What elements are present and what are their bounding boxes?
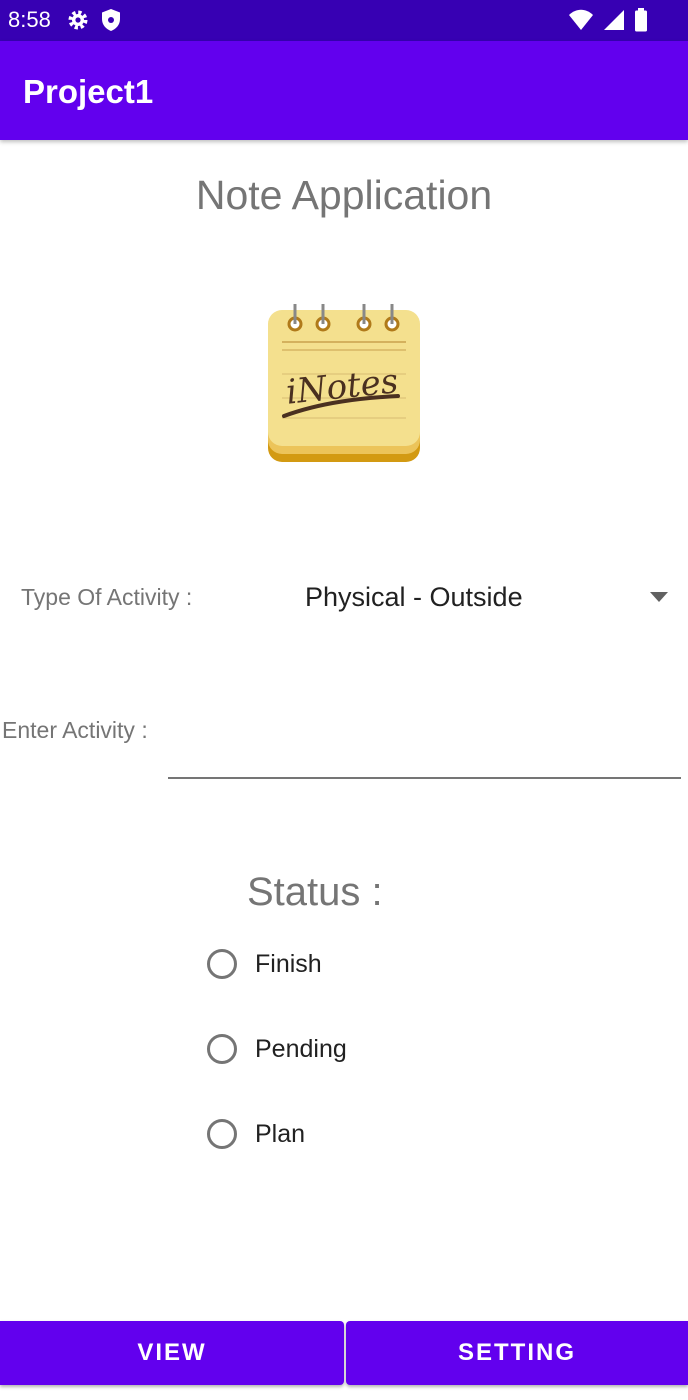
battery-icon xyxy=(634,8,648,37)
activity-type-selected: Physical - Outside xyxy=(305,582,523,612)
status-left-icons xyxy=(66,8,122,37)
dropdown-arrow-icon xyxy=(650,592,668,602)
status-bar: 8:58 xyxy=(0,0,688,41)
setting-button[interactable]: SETTING xyxy=(346,1321,688,1385)
wifi-icon xyxy=(568,9,594,36)
activity-type-dropdown[interactable]: Physical - Outside xyxy=(290,570,682,626)
app-bar: Project1 xyxy=(0,41,688,140)
type-of-activity-label: Type Of Activity : xyxy=(21,584,193,610)
page-title: Note Application xyxy=(195,172,493,218)
radio-finish[interactable]: Finish xyxy=(207,944,322,984)
status-right-icons xyxy=(568,8,648,37)
radio-label: Plan xyxy=(255,1119,306,1148)
shield-icon xyxy=(100,8,122,37)
radio-label: Finish xyxy=(255,949,322,978)
app-title: Project1 xyxy=(23,73,154,110)
radio-circle-icon xyxy=(207,949,237,979)
view-button[interactable]: VIEW xyxy=(0,1321,344,1385)
enter-activity-label: Enter Activity : xyxy=(2,717,148,743)
status-time: 8:58 xyxy=(8,7,51,32)
radio-pending[interactable]: Pending xyxy=(207,1029,347,1069)
status-heading: Status : xyxy=(247,870,383,914)
notes-logo-icon: iNotes xyxy=(262,298,426,466)
activity-input[interactable] xyxy=(168,705,681,779)
gear-icon xyxy=(66,8,90,37)
radio-circle-icon xyxy=(207,1034,237,1064)
signal-icon xyxy=(602,9,626,36)
radio-circle-icon xyxy=(207,1119,237,1149)
radio-plan[interactable]: Plan xyxy=(207,1114,305,1154)
radio-label: Pending xyxy=(255,1034,347,1063)
